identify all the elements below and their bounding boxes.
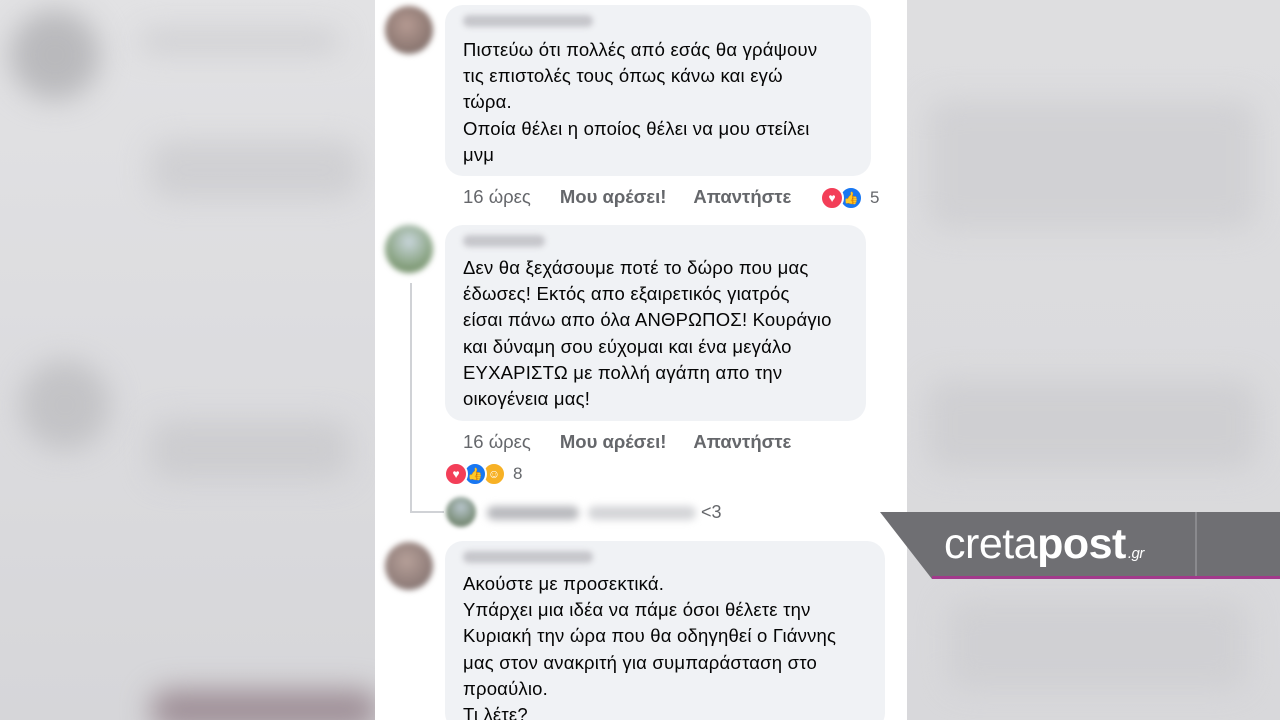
blurred-reply-name[interactable] — [487, 506, 579, 520]
reply-button[interactable]: Απαντήστε — [693, 431, 791, 453]
love-icon: ♥ — [444, 462, 468, 486]
comment-timestamp[interactable]: 16 ώρες — [463, 186, 531, 208]
comment-timestamp[interactable]: 16 ώρες — [463, 431, 531, 453]
blurred-background-right — [907, 0, 1280, 720]
comment-text: Δεν θα ξεχάσουμε ποτέ το δώρο που μας έδ… — [463, 257, 832, 410]
commenter-avatar[interactable] — [385, 6, 433, 54]
reply-button[interactable]: Απαντήστε — [693, 186, 791, 208]
like-button[interactable]: Μου αρέσει! — [560, 431, 667, 453]
reaction-summary[interactable]: ♥ 👍 5 — [820, 186, 879, 210]
reaction-count: 8 — [513, 464, 523, 483]
thread-line — [410, 511, 444, 513]
blurred-background-left — [0, 0, 375, 720]
watermark-accent-line — [932, 576, 1280, 579]
reaction-summary[interactable]: ♥ 👍 ☺ 8 — [444, 462, 522, 486]
blurred-commenter-name[interactable] — [463, 235, 545, 247]
commenter-avatar[interactable] — [385, 225, 433, 273]
blurred-reply-text — [588, 506, 696, 520]
comment-actions: 16 ώρες Μου αρέσει! Απαντήστε — [463, 186, 818, 208]
reaction-count: 5 — [870, 188, 880, 207]
blurred-commenter-name[interactable] — [463, 15, 593, 27]
comment-text: Ακούστε με προσεκτικά. Υπάρχει μια ιδέα … — [463, 573, 837, 720]
commenter-avatar[interactable] — [385, 542, 433, 590]
thread-line — [410, 283, 412, 512]
comment-bubble: Δεν θα ξεχάσουμε ποτέ το δώρο που μας έδ… — [445, 225, 866, 421]
blurred-commenter-name[interactable] — [463, 551, 593, 563]
reply-avatar[interactable] — [446, 497, 476, 527]
comments-panel: Πιστεύω ότι πολλές από εσάς θα γράψουν τ… — [375, 0, 907, 720]
comment-actions: 16 ώρες Μου αρέσει! Απαντήστε — [463, 431, 818, 453]
comment-bubble: Πιστεύω ότι πολλές από εσάς θα γράψουν τ… — [445, 5, 871, 176]
reply-preview-text[interactable]: <3 — [701, 502, 722, 523]
like-button[interactable]: Μου αρέσει! — [560, 186, 667, 208]
love-icon: ♥ — [820, 186, 844, 210]
comment-text: Πιστεύω ότι πολλές από εσάς θα γράψουν τ… — [463, 39, 818, 165]
comment-bubble: Ακούστε με προσεκτικά. Υπάρχει μια ιδέα … — [445, 541, 885, 720]
cretapost-logo: cretapost .gr — [944, 520, 1144, 568]
